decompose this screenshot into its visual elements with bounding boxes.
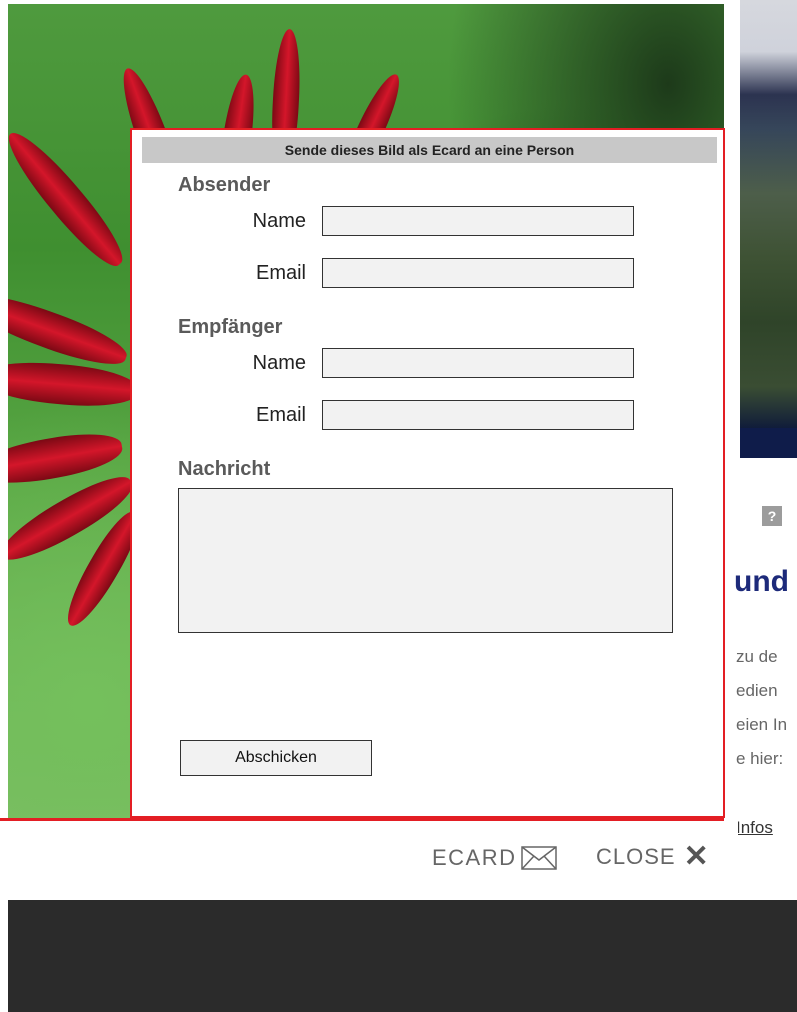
background-text-line: eien In <box>736 715 788 734</box>
background-header-photo <box>740 0 797 430</box>
sender-name-input[interactable] <box>322 206 634 236</box>
flower-petal <box>8 122 133 276</box>
page-left-strip <box>0 0 8 1012</box>
background-nav-bar <box>740 428 797 458</box>
dialog-title: Sende dieses Bild als Ecard an eine Pers… <box>142 137 717 163</box>
background-heading: und <box>734 565 789 598</box>
sender-name-label: Name <box>252 210 306 232</box>
close-button[interactable]: CLOSE ✕ <box>596 841 710 873</box>
message-textarea[interactable] <box>178 488 673 633</box>
submit-button[interactable]: Abschicken <box>180 740 372 776</box>
recipient-name-label: Name <box>252 352 306 374</box>
sender-email-label: Email <box>255 262 306 284</box>
help-icon: ? <box>762 506 782 526</box>
ecard-label: ECARD <box>432 845 517 870</box>
close-label: CLOSE <box>596 844 676 869</box>
ecard-button[interactable]: ECARD <box>432 843 557 873</box>
background-page: ? und zu de edien eien In e hier: Infos <box>724 0 797 900</box>
recipient-email-input[interactable] <box>322 400 634 430</box>
recipient-name-input[interactable] <box>322 348 634 378</box>
close-icon: ✕ <box>683 840 710 873</box>
background-text: zu de edien eien In e hier: <box>736 640 787 776</box>
envelope-icon <box>520 846 557 870</box>
sender-email-input[interactable] <box>322 258 634 288</box>
recipient-heading: Empfänger <box>178 316 283 338</box>
recipient-email-label: Email <box>255 404 306 426</box>
background-text-line: zu de <box>736 647 778 666</box>
lightbox-controls: ECARD CLOSE ✕ <box>8 821 738 900</box>
background-text-line: edien <box>736 681 778 700</box>
ecard-dialog: Sende dieses Bild als Ecard an eine Pers… <box>130 128 725 818</box>
flower-petal <box>8 283 133 375</box>
flower-petal <box>8 357 140 411</box>
background-text-line: e hier: <box>736 749 784 768</box>
message-heading: Nachricht <box>178 458 271 480</box>
background-link: Infos <box>736 818 773 837</box>
sender-heading: Absender <box>178 174 271 196</box>
